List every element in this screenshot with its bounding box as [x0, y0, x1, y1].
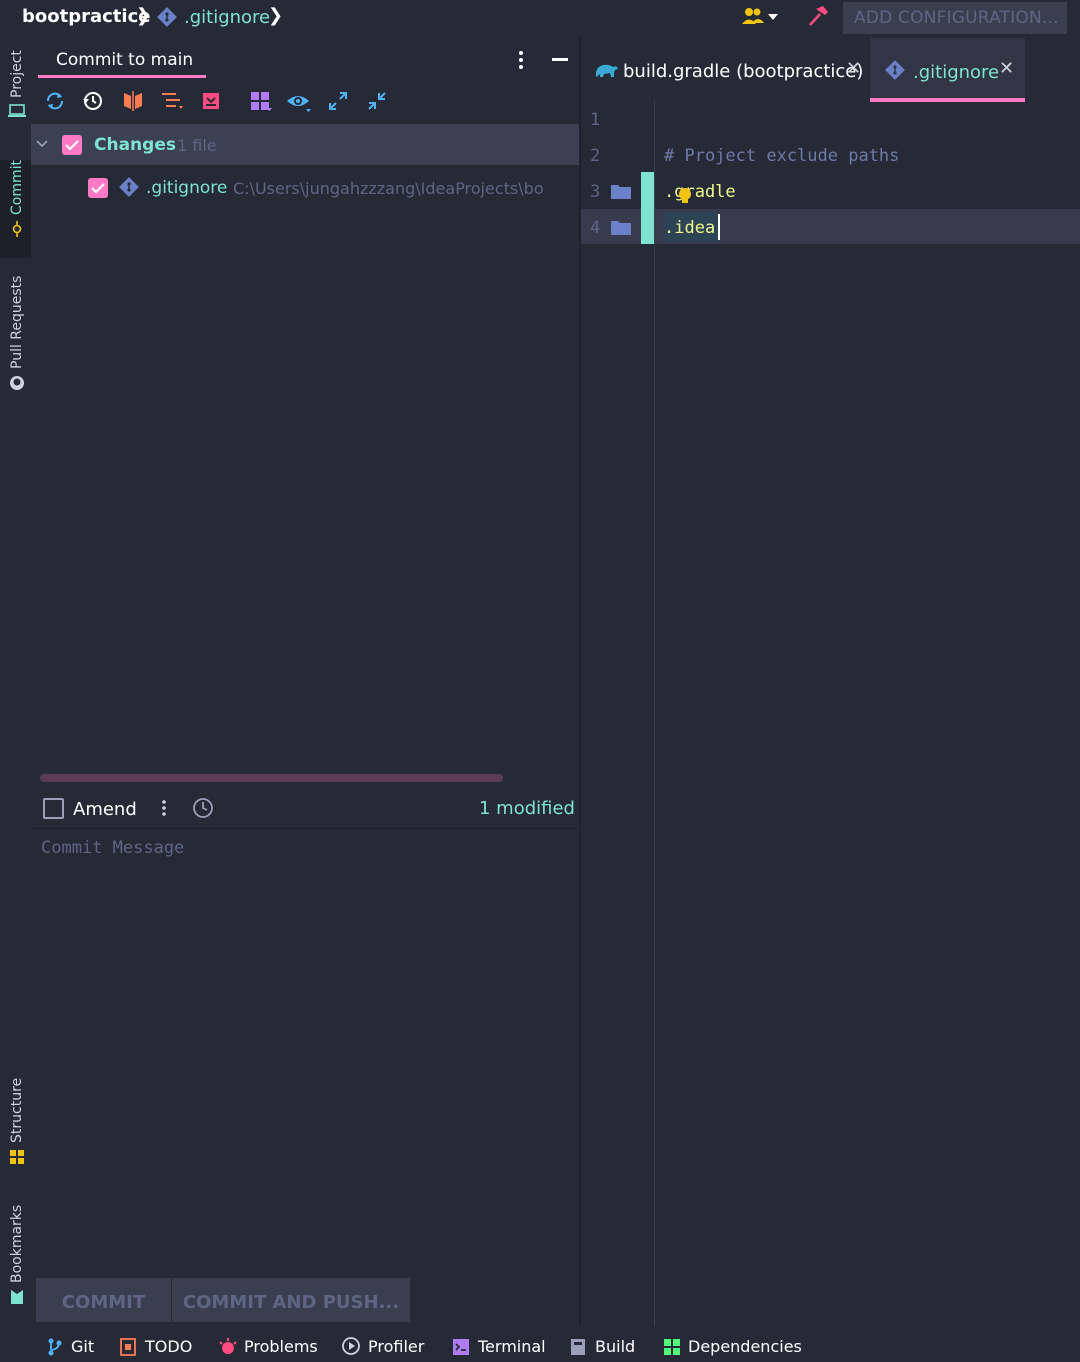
changes-count: 1 file: [177, 136, 217, 155]
todo-icon: [120, 1338, 136, 1360]
view-options-icon[interactable]: [286, 89, 312, 113]
changes-label: Changes: [94, 135, 176, 155]
refresh-icon[interactable]: [42, 89, 68, 113]
expand-all-icon[interactable]: [325, 89, 351, 113]
bottom-tab-todo[interactable]: TODO: [145, 1337, 192, 1356]
bottom-tab-git[interactable]: Git: [71, 1337, 94, 1356]
commit-icon: [9, 221, 25, 237]
bookmark-icon: [9, 1289, 25, 1305]
changelist-icon[interactable]: [160, 89, 186, 113]
more-options-icon[interactable]: [516, 50, 526, 74]
bottom-tab-build[interactable]: Build: [595, 1337, 635, 1356]
terminal-icon: [452, 1338, 470, 1360]
minimize-icon[interactable]: [552, 58, 568, 61]
commit-options-icon[interactable]: [160, 799, 168, 821]
chevron-down-icon[interactable]: [35, 136, 49, 155]
gradle-elephant-icon: [593, 59, 619, 85]
tool-tab-project[interactable]: Project: [3, 50, 31, 132]
bottom-tab-problems[interactable]: Problems: [244, 1337, 318, 1356]
folder-icon: [610, 218, 632, 240]
gutter-separator: [654, 100, 655, 1326]
breadcrumb-project[interactable]: bootpractice: [22, 6, 150, 27]
tool-tab-structure-label: Structure: [9, 1078, 25, 1144]
horizontal-scrollbar[interactable]: [40, 774, 503, 782]
shelve-icon[interactable]: [198, 89, 224, 113]
code-line-comment[interactable]: # Project exclude paths: [664, 146, 899, 166]
project-icon: [8, 104, 26, 118]
bottom-tab-dependencies[interactable]: Dependencies: [688, 1337, 802, 1356]
active-tab-underline: [870, 98, 1025, 102]
close-icon[interactable]: ✕: [999, 58, 1014, 79]
changed-file-path: C:\Users\jungahzzzang\IdeaProjects\bo: [233, 179, 544, 198]
tool-tab-bookmarks-label: Bookmarks: [9, 1205, 25, 1284]
vcs-change-marker[interactable]: [641, 172, 654, 244]
chevron-right-icon: ❯: [136, 5, 152, 26]
collapse-all-icon[interactable]: [364, 89, 390, 113]
chevron-right-icon: ❯: [268, 5, 284, 26]
code-line[interactable]: .idea: [664, 218, 715, 238]
tool-tab-project-label: Project: [9, 50, 25, 98]
bottom-tab-terminal[interactable]: Terminal: [478, 1337, 546, 1356]
tool-tab-structure[interactable]: Structure: [3, 1078, 31, 1172]
git-file-icon: [156, 6, 178, 32]
git-file-icon: [118, 176, 140, 202]
current-line-highlight: [581, 209, 1080, 244]
editor-tab-gitignore-label[interactable]: .gitignore: [913, 62, 999, 83]
lightbulb-icon[interactable]: [676, 186, 694, 210]
tool-tab-commit-label: Commit: [9, 160, 25, 215]
commit-panel: [31, 36, 579, 1326]
problems-icon: [218, 1337, 238, 1361]
tab-underline: [38, 75, 206, 78]
changes-checkbox[interactable]: [62, 135, 82, 155]
commit-panel-title[interactable]: Commit to main: [56, 50, 193, 70]
tool-tab-pull-requests-label: Pull Requests: [9, 276, 25, 370]
commit-and-push-button[interactable]: COMMIT AND PUSH...: [172, 1278, 410, 1322]
tool-tab-pull-requests[interactable]: Pull Requests: [3, 276, 31, 400]
amend-label[interactable]: Amend: [73, 799, 137, 820]
text-caret: [718, 214, 720, 240]
tool-tab-commit[interactable]: Commit: [3, 160, 31, 244]
profiler-icon: [341, 1336, 363, 1362]
line-number: 4: [590, 218, 601, 238]
rollback-icon[interactable]: [80, 89, 106, 113]
file-checkbox[interactable]: [88, 178, 108, 198]
folder-icon: [610, 182, 632, 204]
tool-tab-bookmarks[interactable]: Bookmarks: [3, 1205, 31, 1311]
hammer-icon[interactable]: [806, 4, 830, 32]
amend-checkbox[interactable]: [43, 798, 64, 819]
group-by-icon[interactable]: [248, 89, 274, 113]
bottom-tab-profiler[interactable]: Profiler: [368, 1337, 424, 1356]
dependencies-icon: [663, 1338, 681, 1360]
breadcrumb-file[interactable]: .gitignore: [184, 7, 270, 28]
add-configuration-button[interactable]: ADD CONFIGURATION...: [843, 2, 1067, 34]
structure-icon: [9, 1149, 25, 1165]
modified-count-link[interactable]: 1 modified: [479, 798, 575, 819]
git-branch-icon: [46, 1337, 64, 1361]
git-file-icon: [884, 59, 906, 85]
commit-button[interactable]: COMMIT: [36, 1278, 171, 1322]
line-number: 1: [590, 110, 601, 130]
close-icon[interactable]: ✕: [846, 58, 861, 79]
changed-file-name[interactable]: .gitignore: [146, 178, 227, 198]
code-line[interactable]: .gradle: [664, 182, 736, 202]
line-number: 2: [590, 146, 601, 166]
diff-icon[interactable]: [120, 89, 146, 113]
github-icon: [9, 375, 25, 391]
line-number: 3: [590, 182, 601, 202]
divider: [31, 828, 579, 829]
history-icon[interactable]: [192, 797, 214, 823]
commit-message-input[interactable]: Commit Message: [41, 838, 184, 858]
build-icon: [570, 1338, 586, 1360]
editor-tab-build-gradle[interactable]: build.gradle (bootpractice): [623, 61, 863, 82]
users-icon[interactable]: [740, 6, 782, 32]
